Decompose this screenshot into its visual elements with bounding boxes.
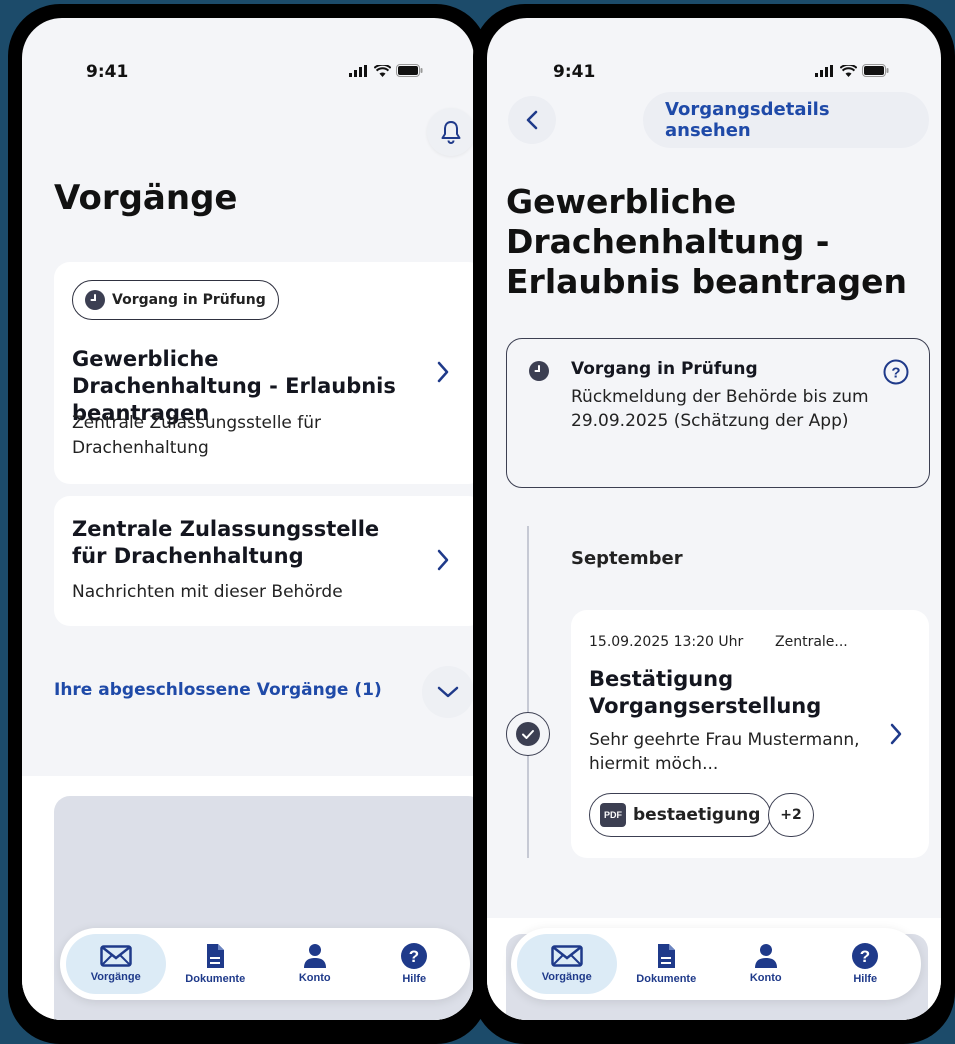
- chevron-right-icon: [890, 723, 902, 745]
- phone-left: 9:41 Vorgänge Vorgang in Prüfung Gewerbl…: [8, 4, 488, 1044]
- completed-cases-link[interactable]: Ihre abgeschlossene Vorgänge (1): [54, 680, 382, 700]
- clock-icon: [529, 361, 549, 381]
- status-time: 9:41: [86, 62, 129, 82]
- attachment-name: bestaetigung: [633, 805, 761, 825]
- tab-label: Dokumente: [185, 973, 246, 985]
- tab-konto[interactable]: Konto: [265, 934, 365, 994]
- wifi-icon: [374, 64, 391, 77]
- more-attachments-chip[interactable]: +2: [768, 793, 814, 837]
- status-bar: 9:41: [22, 48, 474, 82]
- authority-title: Zentrale Zulassungsstelle für Drachenhal…: [72, 517, 380, 568]
- timeline-month: September: [571, 548, 683, 569]
- tab-vorgaenge[interactable]: Vorgänge: [517, 934, 617, 994]
- bell-icon: [441, 121, 461, 144]
- message-card[interactable]: 15.09.2025 13:20 Uhr Zentrale... Bestäti…: [571, 610, 929, 858]
- status-box-text: Rückmeldung der Behörde bis zum 29.09.20…: [571, 387, 869, 431]
- wifi-icon: [840, 64, 857, 77]
- tab-label: Dokumente: [636, 973, 697, 985]
- tab-hilfe[interactable]: ? Hilfe: [816, 934, 916, 994]
- view-details-button[interactable]: Vorgangsdetails ansehen: [643, 92, 929, 148]
- back-button[interactable]: [508, 96, 556, 144]
- chevron-left-icon: [526, 110, 538, 130]
- battery-icon: [396, 64, 423, 77]
- clock-icon: [85, 290, 105, 310]
- tab-label: Hilfe: [853, 973, 878, 985]
- chevron-right-icon: [437, 361, 449, 383]
- signal-icon: [815, 64, 833, 77]
- message-datetime: 15.09.2025 13:20 Uhr: [589, 634, 744, 650]
- system-icons: [349, 64, 423, 77]
- help-icon: ?: [852, 943, 879, 969]
- message-sender: Zentrale...: [775, 634, 848, 650]
- chevron-right-icon: [437, 549, 449, 571]
- notifications-button[interactable]: [427, 108, 474, 156]
- status-time: 9:41: [553, 62, 596, 82]
- attachment-chip[interactable]: PDF bestaetigung: [589, 793, 772, 837]
- tab-label: Hilfe: [402, 973, 427, 985]
- svg-text:?: ?: [860, 947, 870, 966]
- svg-text:?: ?: [891, 365, 900, 382]
- document-icon: [207, 944, 225, 968]
- help-icon: ?: [401, 943, 428, 969]
- signal-icon: [349, 64, 367, 77]
- battery-icon: [862, 64, 889, 77]
- tab-label: Konto: [749, 972, 782, 984]
- person-icon: [754, 944, 777, 968]
- case-card[interactable]: Vorgang in Prüfung Gewerbliche Drachenha…: [54, 262, 474, 484]
- page-title: Vorgänge: [54, 178, 238, 218]
- tab-label: Vorgänge: [90, 971, 141, 983]
- status-badge: Vorgang in Prüfung: [72, 280, 279, 320]
- status-badge-label: Vorgang in Prüfung: [112, 292, 266, 308]
- tab-dokumente[interactable]: Dokumente: [166, 934, 266, 994]
- svg-text:?: ?: [409, 947, 419, 966]
- tab-hilfe[interactable]: ? Hilfe: [365, 934, 465, 994]
- status-box-title: Vorgang in Prüfung: [571, 359, 758, 379]
- document-icon: [658, 944, 676, 968]
- tab-bar: Vorgänge Dokumente Konto ? Hilfe: [60, 928, 470, 1000]
- timeline-check-dot: [506, 712, 550, 756]
- tab-konto[interactable]: Konto: [716, 934, 816, 994]
- system-icons: [815, 64, 889, 77]
- tab-label: Vorgänge: [541, 971, 592, 983]
- authority-subtitle: Nachrichten mit dieser Behörde: [72, 582, 343, 602]
- person-icon: [303, 944, 326, 968]
- chevron-down-icon: [437, 686, 459, 698]
- mail-icon: [551, 945, 583, 967]
- case-authority: Zentrale Zulassungsstelle für Drachenhal…: [72, 413, 322, 458]
- tab-vorgaenge[interactable]: Vorgänge: [66, 934, 166, 994]
- tab-label: Konto: [298, 972, 331, 984]
- status-box: Vorgang in Prüfung Rückmeldung der Behör…: [506, 338, 930, 488]
- help-outline-icon[interactable]: ?: [883, 359, 909, 385]
- message-title: Bestätigung Vorgangserstellung: [589, 667, 822, 718]
- authority-card[interactable]: Zentrale Zulassungsstelle für Drachenhal…: [54, 496, 474, 626]
- tab-dokumente[interactable]: Dokumente: [617, 934, 717, 994]
- mail-icon: [100, 945, 132, 967]
- message-preview: Sehr geehrte Frau Mustermann, hiermit mö…: [589, 730, 860, 774]
- pdf-icon: PDF: [600, 803, 626, 827]
- screen-left: 9:41 Vorgänge Vorgang in Prüfung Gewerbl…: [22, 18, 474, 1020]
- status-bar: 9:41: [487, 48, 941, 82]
- timeline-line: [527, 526, 529, 858]
- check-circle-icon: [516, 722, 540, 746]
- expand-completed-button[interactable]: [422, 666, 474, 718]
- page-title: Gewerbliche Drachenhaltung - Erlaubnis b…: [506, 182, 908, 301]
- phone-right: 9:41 Vorgangsdetails ansehen Gewerbliche…: [473, 4, 955, 1044]
- tab-bar: Vorgänge Dokumente Konto ? Hilfe: [511, 928, 921, 1000]
- screen-right: 9:41 Vorgangsdetails ansehen Gewerbliche…: [487, 18, 941, 1020]
